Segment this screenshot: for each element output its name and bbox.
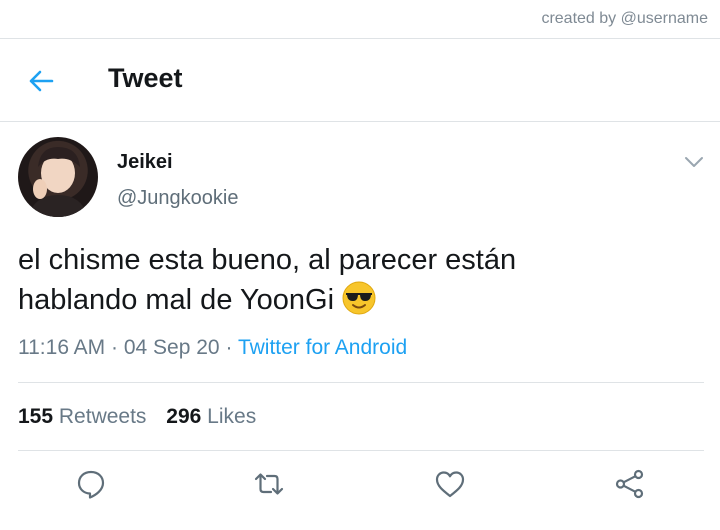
back-arrow-icon[interactable] [28, 68, 54, 94]
likes-stat[interactable]: 296 Likes [166, 405, 256, 428]
author-handle[interactable]: @Jungkookie [117, 187, 238, 210]
likes-count: 296 [166, 405, 202, 428]
reply-icon[interactable] [75, 468, 107, 500]
tweet-stats: 155 Retweets 296 Likes [18, 405, 256, 429]
sunglasses-emoji-icon [342, 281, 376, 315]
retweets-count: 155 [18, 405, 54, 428]
retweets-stat[interactable]: 155 Retweets [18, 405, 146, 428]
tweet-text-line-1: el chisme esta bueno, al parecer están [18, 244, 517, 276]
meta-divider [18, 382, 704, 383]
author-name[interactable]: Jeikei [117, 151, 173, 174]
header-divider [0, 121, 720, 122]
top-divider [0, 38, 720, 39]
meta-separator: · [225, 336, 233, 359]
retweet-icon[interactable] [253, 468, 285, 500]
app-header: Tweet [0, 40, 720, 121]
tweet-text-line-2-text: hablando mal de YoonGi [18, 284, 335, 316]
tweet-text: el chisme esta bueno, al parecer están h… [18, 240, 698, 320]
tweet-meta: 11:16 AM · 04 Sep 20 · Twitter for Andro… [18, 336, 407, 360]
watermark-credit: created by @username [541, 10, 708, 27]
retweets-label: Retweets [58, 405, 147, 428]
stats-divider [18, 450, 704, 451]
avatar[interactable] [18, 137, 98, 217]
tweet-time: 11:16 AM [18, 336, 106, 359]
tweet-date: 04 Sep 20 [123, 336, 220, 359]
share-icon[interactable] [614, 468, 646, 500]
meta-separator: · [111, 336, 119, 359]
page-title: Tweet [108, 63, 183, 93]
chevron-down-icon[interactable] [682, 150, 706, 174]
like-icon[interactable] [434, 468, 466, 500]
tweet-source-link[interactable]: Twitter for Android [238, 336, 407, 359]
likes-label: Likes [207, 405, 257, 428]
tweet-text-line-2: hablando mal de YoonGi [18, 280, 698, 320]
